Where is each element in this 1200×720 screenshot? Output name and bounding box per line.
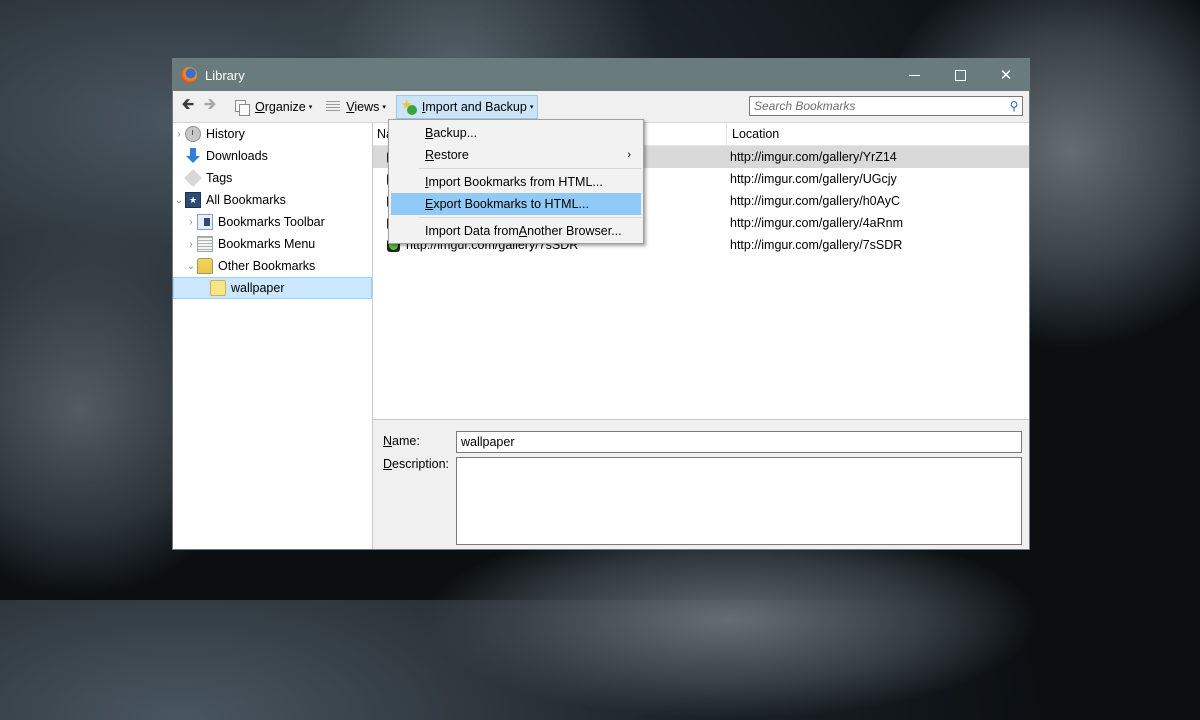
sidebar-item-label: Bookmarks Menu <box>218 237 316 251</box>
forward-arrow-icon: 🡲 <box>203 96 217 113</box>
downloads-icon <box>185 148 201 164</box>
sidebar-item-label: History <box>206 127 245 141</box>
description-field[interactable] <box>456 457 1022 545</box>
menu-item-import-data-another-browser[interactable]: Import Data from Another Browser... <box>391 220 641 242</box>
forward-button[interactable]: 🡲 <box>199 94 221 119</box>
sidebar-item-bookmarks-toolbar[interactable]: › Bookmarks Toolbar <box>173 211 372 233</box>
back-button[interactable]: 🡰 <box>177 94 199 119</box>
bookmark-location: http://imgur.com/gallery/UGcjy <box>730 172 897 186</box>
collapse-icon[interactable]: ⌄ <box>173 195 185 206</box>
chevron-down-icon: ▾ <box>529 103 534 111</box>
expand-icon[interactable]: › <box>185 217 197 228</box>
chevron-down-icon: ▾ <box>308 103 313 111</box>
sidebar-item-tags[interactable]: Tags <box>173 167 372 189</box>
all-bookmarks-icon: ★ <box>185 192 201 208</box>
bookmarks-menu-icon <box>197 236 213 252</box>
bookmarks-toolbar-icon <box>197 214 213 230</box>
folder-icon <box>210 280 226 296</box>
sidebar-item-label: All Bookmarks <box>206 193 286 207</box>
menu-item-import-bookmarks-html[interactable]: Import Bookmarks from HTML... <box>391 171 641 193</box>
menu-item-backup[interactable]: Backup... <box>391 122 641 144</box>
organize-icon <box>235 99 250 116</box>
menu-separator <box>419 168 641 169</box>
bookmark-location: http://imgur.com/gallery/4aRnm <box>730 216 903 230</box>
sidebar-item-history[interactable]: › History <box>173 123 372 145</box>
search-icon[interactable]: ⚲ <box>1006 99 1022 113</box>
sidebar-item-downloads[interactable]: Downloads <box>173 145 372 167</box>
search-input[interactable] <box>750 98 1006 114</box>
minimize-icon <box>908 74 920 76</box>
firefox-icon <box>181 67 197 83</box>
close-icon: ✕ <box>999 67 1013 84</box>
import-backup-label: Import and Backup <box>421 99 527 114</box>
description-label: Description: <box>383 457 450 471</box>
submenu-arrow-icon: › <box>627 149 631 161</box>
title-bar: Library ✕ <box>173 59 1029 91</box>
sidebar-item-label: Bookmarks Toolbar <box>218 215 325 229</box>
tags-icon <box>183 168 203 188</box>
sidebar-item-other-bookmarks[interactable]: ⌄ Other Bookmarks <box>173 255 372 277</box>
menu-item-export-bookmarks-html[interactable]: Export Bookmarks to HTML... <box>391 193 641 215</box>
sidebar-item-label: Tags <box>206 171 233 185</box>
sidebar-tree: › History Downloads Tags ⌄ ★ All Bookmar… <box>173 123 373 549</box>
bookmark-location: http://imgur.com/gallery/7sSDR <box>730 238 903 252</box>
bookmark-location: http://imgur.com/gallery/YrZ14 <box>730 150 897 164</box>
window-title: Library <box>205 67 245 83</box>
organize-button[interactable]: Organize ▾ <box>231 96 316 118</box>
minimize-button[interactable] <box>891 59 937 91</box>
maximize-icon <box>954 69 966 81</box>
menu-item-restore[interactable]: Restore › <box>391 144 641 166</box>
views-label: Views <box>346 99 380 114</box>
collapse-icon[interactable]: ⌄ <box>185 261 197 272</box>
history-icon <box>185 126 201 142</box>
menu-separator <box>419 217 641 218</box>
import-backup-menu: Backup... Restore › Import Bookmarks fro… <box>388 119 644 244</box>
expand-icon[interactable]: › <box>173 129 185 140</box>
sidebar-item-label: wallpaper <box>231 281 285 295</box>
sidebar-item-bookmarks-menu[interactable]: › Bookmarks Menu <box>173 233 372 255</box>
views-icon <box>326 100 341 113</box>
expand-icon[interactable]: › <box>185 239 197 250</box>
organize-label: Organize <box>255 99 306 114</box>
sidebar-item-wallpaper[interactable]: wallpaper <box>173 277 372 299</box>
name-label: Name: <box>383 434 420 448</box>
import-backup-icon: ★ <box>401 97 417 115</box>
other-bookmarks-icon <box>197 258 213 274</box>
details-pane: Name: wallpaper Description: <box>373 419 1029 549</box>
chevron-down-icon: ▾ <box>382 103 386 111</box>
bookmark-location: http://imgur.com/gallery/h0AyC <box>730 194 900 208</box>
maximize-button[interactable] <box>937 59 983 91</box>
sidebar-item-label: Downloads <box>206 149 268 163</box>
close-button[interactable]: ✕ <box>983 59 1029 91</box>
import-and-backup-button[interactable]: ★ Import and Backup ▾ <box>395 94 539 119</box>
back-arrow-icon: 🡰 <box>181 96 195 113</box>
sidebar-item-all-bookmarks[interactable]: ⌄ ★ All Bookmarks <box>173 189 372 211</box>
sidebar-item-label: Other Bookmarks <box>218 259 316 273</box>
search-box: ⚲ <box>749 96 1023 116</box>
views-button[interactable]: Views ▾ <box>322 96 390 118</box>
name-field[interactable]: wallpaper <box>456 431 1022 453</box>
background-gear <box>420 520 1040 720</box>
column-header-location[interactable]: Location <box>727 123 779 145</box>
